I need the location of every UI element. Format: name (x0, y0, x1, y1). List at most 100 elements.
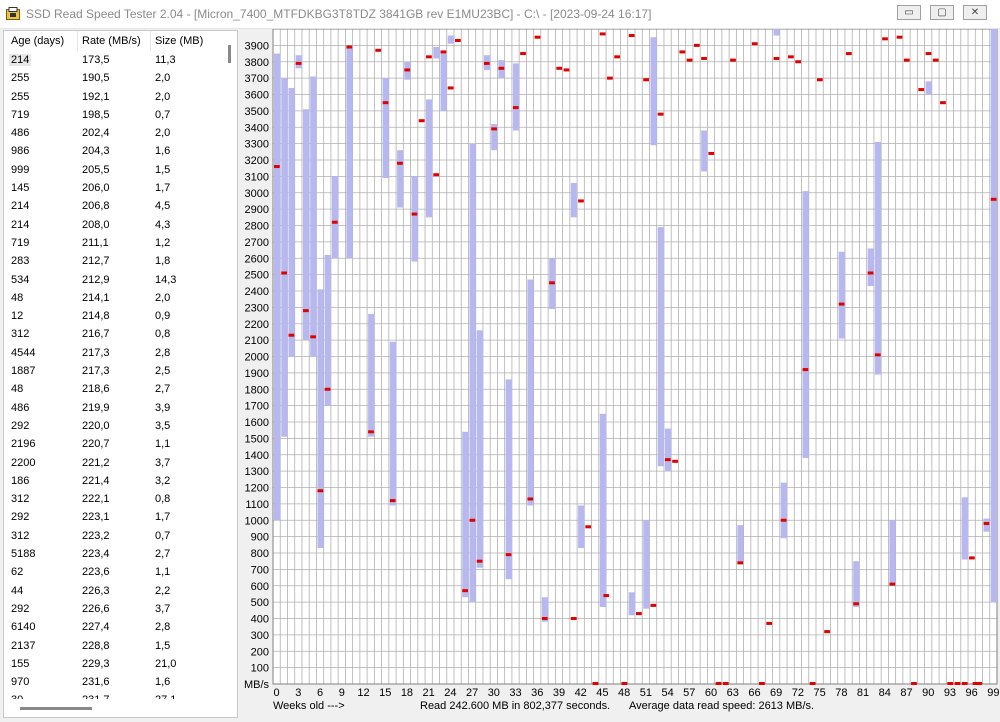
scrollbar-thumb[interactable] (20, 707, 92, 710)
average-marker (766, 621, 773, 625)
close-button[interactable]: ✕ (963, 5, 987, 20)
rate-cell: 223,6 (82, 566, 110, 579)
rate-cell: 222,1 (82, 493, 110, 506)
average-marker (462, 589, 468, 593)
rate-cell: 219,9 (82, 401, 110, 414)
list-item[interactable]: 2200 221,2 3,7 (4, 455, 222, 473)
x-tick-label: 45 (596, 687, 608, 699)
list-item[interactable]: 292 223,1 1,7 (4, 509, 222, 527)
x-tick-label: 33 (509, 687, 521, 699)
list-item[interactable]: 214 208,0 4,3 (4, 217, 222, 235)
speed-range-bar (628, 592, 635, 616)
average-marker (708, 151, 715, 155)
list-item[interactable]: 970 231,6 1,6 (4, 674, 222, 692)
rate-cell: 229,3 (82, 657, 110, 670)
list-item[interactable]: 12 214,8 0,9 (4, 308, 222, 326)
file-list[interactable]: Age (days) Rate (MB/s) Size (MB) 214 173,… (3, 30, 238, 718)
list-item[interactable]: 6140 227,4 2,8 (4, 619, 222, 637)
average-marker (845, 52, 852, 56)
list-item[interactable]: 719 198,5 0,7 (4, 107, 222, 125)
average-marker (476, 559, 483, 563)
y-tick-label: 2300 (245, 302, 269, 314)
list-item[interactable]: 255 190,5 2,0 (4, 70, 222, 88)
list-item[interactable]: 2137 228,8 1,5 (4, 638, 222, 656)
list-item[interactable]: 2196 220,7 1,1 (4, 436, 222, 454)
horizontal-scrollbar[interactable] (4, 699, 237, 717)
list-item[interactable]: 486 219,9 3,9 (4, 400, 222, 418)
list-item[interactable]: 145 206,0 1,7 (4, 180, 222, 198)
list-item[interactable]: 283 212,7 1,8 (4, 253, 222, 271)
list-item[interactable]: 186 221,4 3,2 (4, 473, 222, 491)
list-item[interactable]: 292 220,0 3,5 (4, 418, 222, 436)
list-item[interactable]: 155 229,3 21,0 (4, 656, 222, 674)
y-tick-label: 3200 (245, 155, 269, 167)
column-divider[interactable] (150, 31, 151, 51)
x-tick-label: 54 (661, 687, 673, 699)
rate-cell: 214,8 (82, 310, 110, 323)
list-item[interactable]: 312 223,2 0,7 (4, 528, 222, 546)
rate-cell: 202,4 (82, 127, 110, 140)
column-header-age[interactable]: Age (days) (11, 35, 64, 47)
list-item[interactable]: 986 204,3 1,6 (4, 143, 222, 161)
rate-cell: 212,7 (82, 255, 110, 268)
y-tick-label: 2600 (245, 253, 269, 265)
list-item[interactable]: 999 205,5 1,5 (4, 162, 222, 180)
list-item[interactable]: 719 211,1 1,2 (4, 235, 222, 253)
age-cell: 719 (11, 108, 30, 121)
rate-cell: 198,5 (82, 108, 110, 121)
vertical-scrollbar[interactable] (223, 31, 237, 699)
average-marker (541, 617, 548, 620)
average-marker (795, 60, 802, 64)
list-item[interactable]: 214 173,5 11,3 (4, 52, 222, 70)
speed-range-bar (397, 150, 404, 208)
list-item[interactable]: 214 206,8 4,5 (4, 198, 222, 216)
size-cell: 2,8 (155, 346, 171, 359)
column-header-size[interactable]: Size (MB) (155, 35, 203, 47)
list-item[interactable]: 486 202,4 2,0 (4, 125, 222, 143)
list-item[interactable]: 4544 217,3 2,8 (4, 345, 222, 363)
age-cell: 214 (11, 218, 30, 231)
y-tick-label: 3500 (245, 106, 269, 118)
list-item[interactable]: 48 214,1 2,0 (4, 290, 222, 308)
average-marker (274, 165, 280, 169)
size-cell: 1,6 (155, 676, 171, 689)
list-item[interactable]: 44 226,3 2,2 (4, 583, 222, 601)
maximize-button[interactable]: ▢ (930, 5, 954, 20)
list-item[interactable]: 292 226,6 3,7 (4, 601, 222, 619)
average-marker (715, 682, 722, 685)
average-marker (483, 61, 490, 65)
speed-range-bar (389, 341, 397, 506)
age-cell: 486 (11, 127, 30, 140)
list-item[interactable]: 5188 223,4 2,7 (4, 546, 222, 564)
column-header-rate[interactable]: Rate (MB/s) (82, 35, 141, 47)
minimize-button[interactable]: ▭ (897, 5, 921, 20)
list-item[interactable]: 312 216,7 0,8 (4, 326, 222, 344)
list-item[interactable]: 534 212,9 14,3 (4, 272, 222, 290)
rate-cell: 226,3 (82, 584, 110, 597)
age-cell: 283 (11, 255, 30, 268)
age-cell: 48 (11, 291, 24, 304)
speed-range-bar (990, 29, 997, 603)
average-marker (491, 127, 497, 131)
list-item[interactable]: 255 192,1 2,0 (4, 89, 222, 107)
speed-range-bar (288, 87, 295, 357)
scrollbar-thumb[interactable] (228, 45, 231, 63)
rate-cell: 173,5 (82, 54, 110, 66)
x-tick-label: 36 (531, 687, 543, 699)
size-cell: 4,3 (155, 218, 171, 231)
speed-range-bar (433, 47, 440, 59)
x-tick-label: 18 (401, 687, 413, 699)
x-tick-label: 30 (488, 687, 500, 699)
list-item[interactable]: 312 222,1 0,8 (4, 491, 222, 509)
speed-range-bar (664, 428, 672, 472)
column-divider[interactable] (77, 31, 78, 51)
average-marker (404, 68, 411, 72)
list-item[interactable]: 48 218,6 2,7 (4, 381, 222, 399)
size-cell: 3,5 (155, 419, 171, 432)
average-marker (585, 525, 592, 529)
x-tick-label: 81 (857, 687, 869, 699)
age-cell: 2200 (11, 456, 36, 469)
title-bar[interactable]: SSD Read Speed Tester 2.04 - [Micron_740… (0, 0, 1000, 29)
list-item[interactable]: 1887 217,3 2,5 (4, 363, 222, 381)
list-item[interactable]: 62 223,6 1,1 (4, 564, 222, 582)
